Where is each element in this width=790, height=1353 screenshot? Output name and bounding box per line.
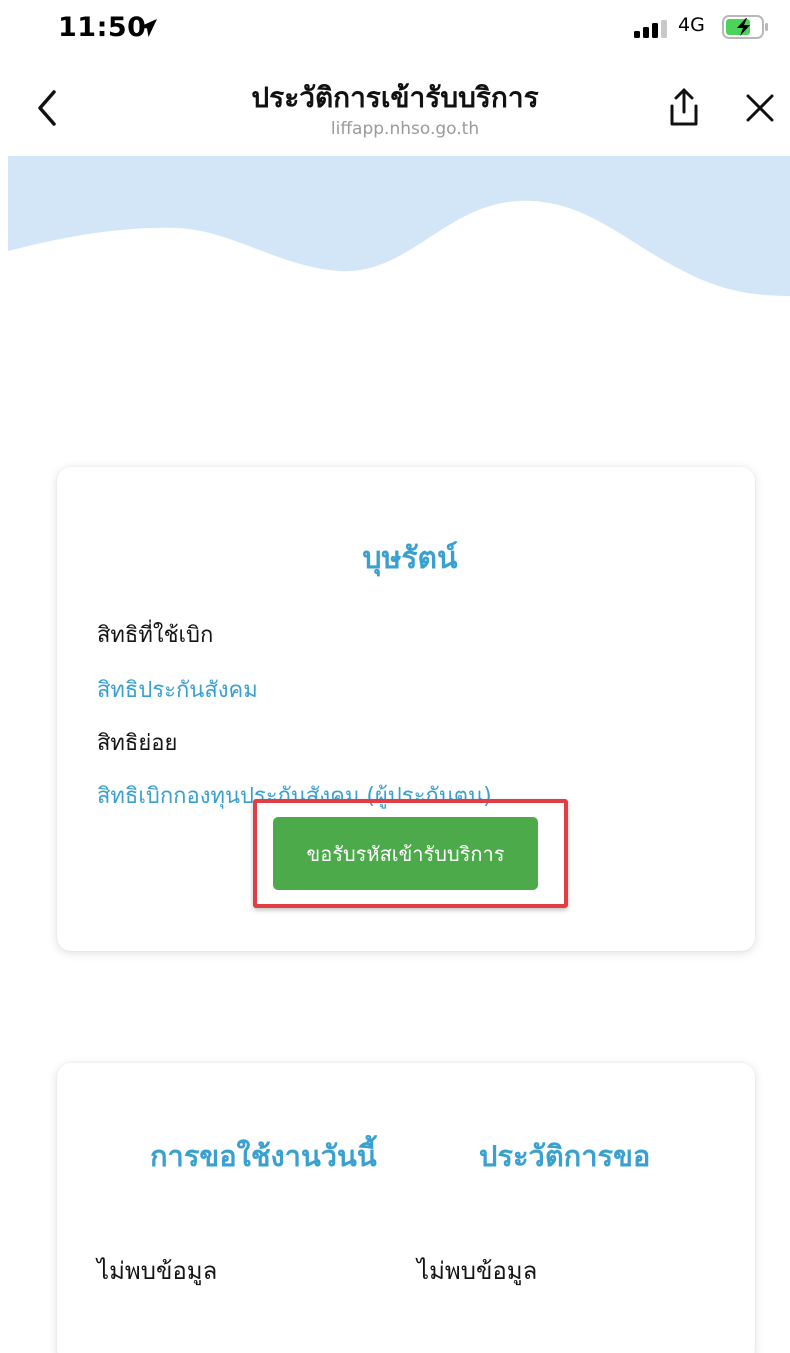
- close-icon[interactable]: [742, 88, 778, 128]
- history-empty-text: ไม่พบข้อมูล: [417, 1257, 538, 1285]
- nav-bar: ประวัติการเข้ารับบริการ liffapp.nhso.go.…: [0, 58, 790, 156]
- header-wave: [8, 156, 790, 296]
- tab-request-history[interactable]: ประวัติการขอ: [479, 1133, 650, 1179]
- claim-right-value: สิทธิประกันสังคม: [97, 678, 258, 703]
- sub-right-label: สิทธิย่อย: [97, 731, 178, 756]
- requests-card: การขอใช้งานวันนี้ ประวัติการขอ ไม่พบข้อม…: [57, 1063, 755, 1353]
- share-icon[interactable]: [664, 86, 704, 130]
- network-type: 4G: [678, 14, 705, 36]
- today-empty-text: ไม่พบข้อมูล: [97, 1257, 218, 1285]
- patient-name: บุษรัตน์: [362, 541, 458, 576]
- location-arrow-icon: [139, 19, 157, 37]
- claim-right-label: สิทธิที่ใช้เบิก: [97, 623, 214, 648]
- screen: 11:50 4G ประวัติการเข้ารับบริการ liffapp…: [0, 0, 790, 1353]
- status-bar: 11:50 4G: [0, 0, 790, 58]
- tab-today-requests[interactable]: การขอใช้งานวันนี้: [150, 1133, 377, 1179]
- status-time: 11:50: [58, 12, 147, 43]
- signal-bars-icon: [634, 20, 667, 38]
- rights-card: บุษรัตน์ สิทธิที่ใช้เบิก สิทธิประกันสังค…: [57, 467, 755, 951]
- battery-charging-icon: [722, 15, 768, 39]
- request-service-code-button[interactable]: ขอรับรหัสเข้ารับบริการ: [273, 817, 538, 890]
